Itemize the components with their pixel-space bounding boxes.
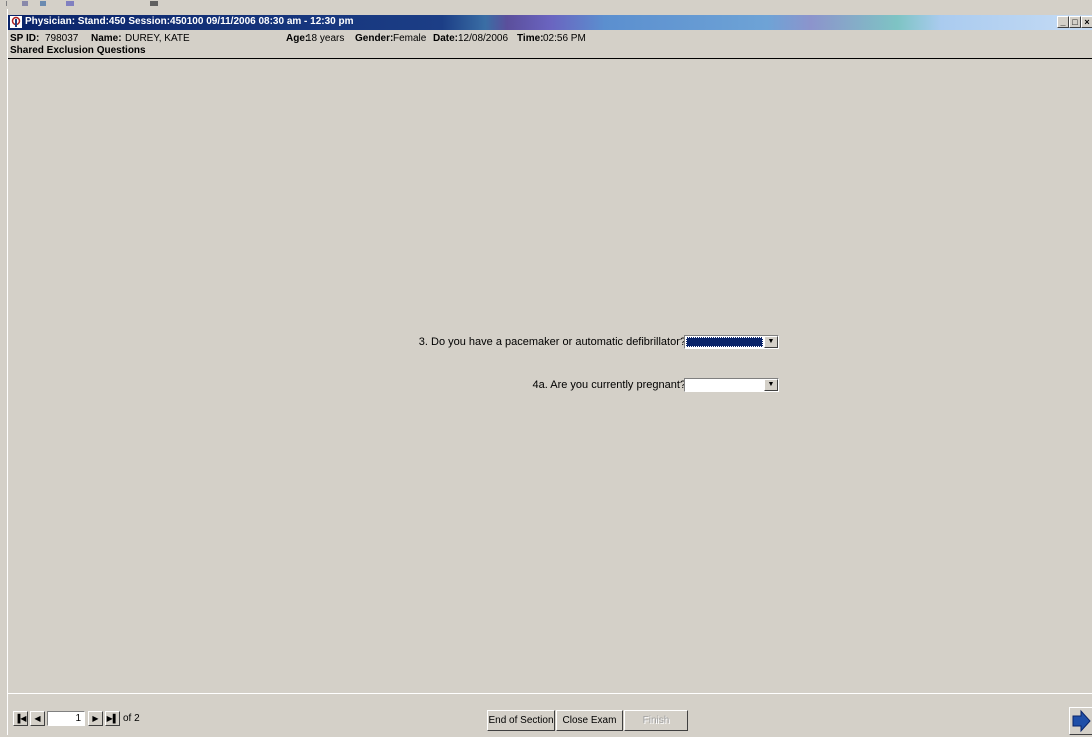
dropdown-value — [686, 380, 763, 390]
page-count: of 2 — [123, 713, 140, 724]
close-exam-button[interactable]: Close Exam — [556, 710, 623, 731]
caduceus-icon — [10, 16, 22, 28]
maximize-icon[interactable]: □ — [1069, 16, 1081, 28]
date-value: 12/08/2006 — [458, 33, 509, 44]
gender-label: Gender: — [355, 33, 394, 44]
age-label: Age: — [286, 33, 309, 44]
section-title: Shared Exclusion Questions — [10, 45, 146, 56]
time-value: 02:56 PM — [543, 33, 586, 44]
exam-window: Physician: Stand:450 Session:450100 09/1… — [7, 9, 1092, 735]
page-number-input[interactable]: 1 — [47, 711, 85, 726]
date-label: Date: — [433, 33, 459, 44]
toolbar-icon[interactable] — [40, 1, 46, 6]
patient-info-bar: SP ID: 798037 Name: DUREY, KATE Age: 18 … — [8, 31, 1092, 45]
proceed-arrow-icon[interactable] — [1069, 707, 1092, 735]
sp-id-label: SP ID: — [10, 33, 40, 44]
finish-button[interactable]: Finish — [624, 710, 688, 731]
end-of-section-button[interactable]: End of Section — [487, 710, 555, 731]
prev-page-icon[interactable]: ◀ — [30, 711, 45, 726]
name-label: Name: — [91, 33, 122, 44]
close-icon[interactable]: × — [1081, 16, 1092, 28]
toolbar-icon[interactable] — [22, 1, 28, 6]
first-page-icon[interactable]: ▐◀ — [13, 711, 28, 726]
age-value: 18 years — [306, 33, 345, 44]
footer-divider — [8, 693, 1092, 694]
page-navigation: ▐◀ ◀ 1 ▶ ▶▌ of 2 — [13, 711, 140, 726]
window-title: Physician: Stand:450 Session:450100 09/1… — [25, 16, 354, 27]
chevron-down-icon[interactable]: ▼ — [764, 379, 778, 391]
toolbar-icon[interactable] — [150, 1, 158, 6]
question-pacemaker-label: 3. Do you have a pacemaker or automatic … — [418, 336, 686, 348]
next-page-icon[interactable]: ▶ — [88, 711, 103, 726]
section-divider — [8, 58, 1092, 59]
question-pregnant-label: 4a. Are you currently pregnant? — [532, 379, 686, 391]
dropdown-value — [686, 337, 763, 347]
name-value: DUREY, KATE — [125, 33, 190, 44]
gender-value: Female — [393, 33, 427, 44]
window-controls: _ □ × — [1057, 16, 1092, 28]
toolbar-icon[interactable] — [6, 1, 17, 6]
chevron-down-icon[interactable]: ▼ — [764, 336, 778, 348]
minimize-icon[interactable]: _ — [1057, 16, 1069, 28]
last-page-icon[interactable]: ▶▌ — [105, 711, 120, 726]
pregnant-dropdown[interactable]: ▼ — [684, 378, 779, 392]
toolbar-strip — [0, 0, 1092, 8]
pacemaker-dropdown[interactable]: ▼ — [684, 335, 779, 349]
sp-id-value: 798037 — [45, 33, 79, 44]
toolbar-icon[interactable] — [66, 1, 74, 6]
time-label: Time: — [517, 33, 544, 44]
title-bar: Physician: Stand:450 Session:450100 09/1… — [8, 15, 1092, 30]
